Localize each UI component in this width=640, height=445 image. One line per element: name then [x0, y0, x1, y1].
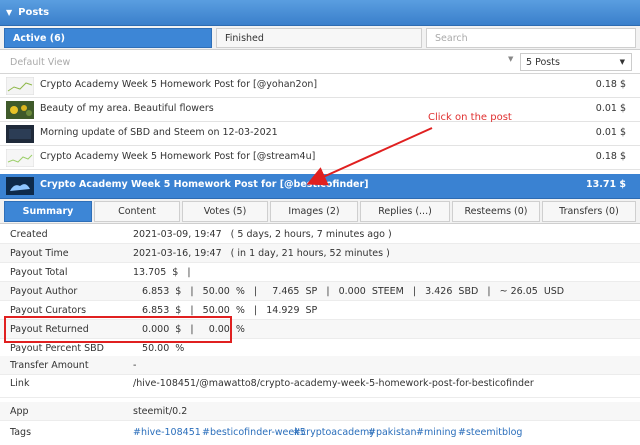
annotation-arrow-icon	[306, 127, 433, 186]
highlight-box	[4, 316, 232, 343]
